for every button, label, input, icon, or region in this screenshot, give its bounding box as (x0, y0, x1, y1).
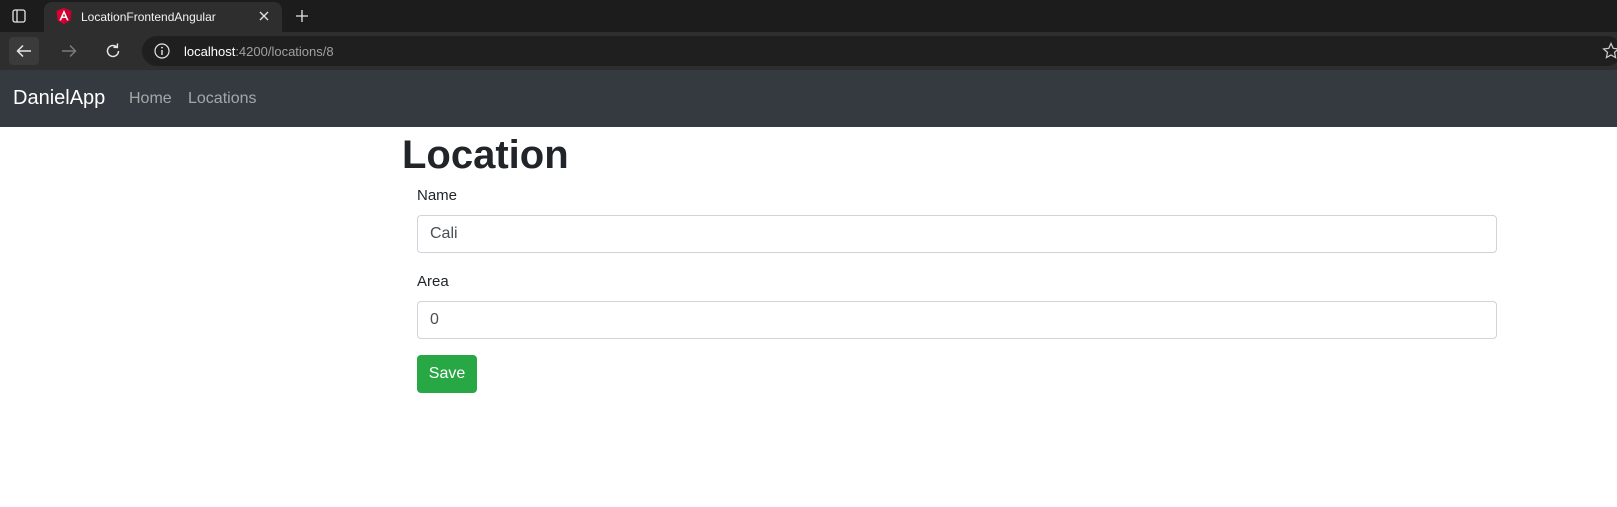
close-icon[interactable] (256, 8, 272, 24)
forward-button[interactable] (54, 37, 84, 65)
reload-button[interactable] (98, 37, 128, 65)
tab-title: LocationFrontendAngular (81, 10, 216, 24)
browser-tab-strip: LocationFrontendAngular (0, 0, 1617, 32)
navbar-brand[interactable]: DanielApp (13, 87, 105, 110)
save-button[interactable]: Save (417, 355, 477, 393)
back-button[interactable] (9, 37, 39, 65)
url-path: :4200/locations/8 (235, 44, 334, 59)
reload-icon (106, 43, 120, 58)
browser-tab[interactable]: LocationFrontendAngular (44, 2, 282, 32)
area-input[interactable] (417, 301, 1497, 339)
tab-actions-icon[interactable] (10, 7, 28, 25)
nav-link-locations[interactable]: Locations (188, 90, 257, 108)
plus-icon (296, 10, 308, 22)
app-navbar: DanielApp Home Locations (0, 70, 1617, 127)
new-tab-button[interactable] (293, 7, 311, 25)
arrow-right-icon (62, 44, 77, 58)
angular-logo-icon (56, 8, 72, 24)
area-label: Area (417, 273, 449, 290)
name-input[interactable] (417, 215, 1497, 253)
info-icon[interactable] (154, 43, 170, 59)
star-icon[interactable] (1602, 42, 1617, 60)
url-text: localhost:4200/locations/8 (184, 44, 334, 59)
address-bar[interactable]: localhost:4200/locations/8 (142, 36, 1617, 66)
browser-toolbar: localhost:4200/locations/8 (0, 32, 1617, 70)
name-label: Name (417, 187, 458, 204)
nav-link-home[interactable]: Home (129, 90, 172, 108)
page-title: Location (402, 133, 569, 177)
url-host: localhost (184, 44, 236, 59)
arrow-left-icon (16, 44, 31, 58)
